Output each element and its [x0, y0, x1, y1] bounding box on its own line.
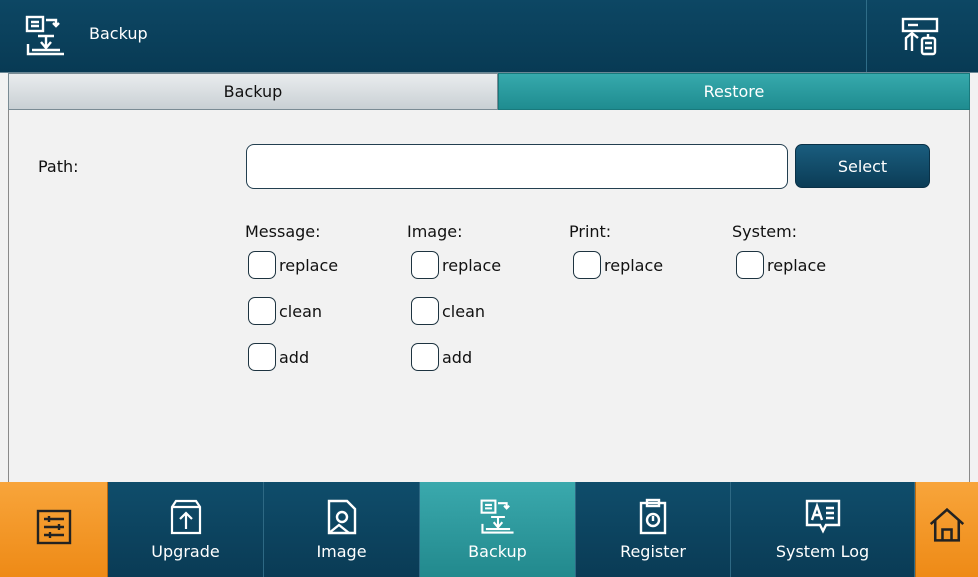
message-clean-option[interactable]: clean: [248, 297, 322, 325]
option-label: clean: [279, 301, 323, 321]
nav-label: Register: [620, 542, 686, 561]
message-replace-checkbox[interactable]: [248, 251, 276, 279]
sliders-icon: [36, 509, 71, 545]
nav-upgrade[interactable]: Upgrade: [108, 482, 264, 577]
page-title: Backup: [89, 24, 148, 43]
option-label: clean: [442, 301, 486, 321]
print-group-title: Print:: [569, 222, 612, 241]
tab-restore[interactable]: Restore: [498, 73, 970, 110]
backup-icon: [480, 499, 514, 534]
image-file-icon: [327, 499, 356, 535]
image-add-checkbox[interactable]: [411, 343, 439, 371]
message-clean-checkbox[interactable]: [248, 297, 276, 325]
tab-backup[interactable]: Backup: [8, 73, 498, 110]
path-label: Path:: [38, 157, 79, 176]
image-replace-checkbox[interactable]: [411, 251, 439, 279]
option-label: add: [279, 347, 310, 367]
message-add-checkbox[interactable]: [248, 343, 276, 371]
system-replace-checkbox[interactable]: [736, 251, 764, 279]
nav-label: Upgrade: [151, 542, 220, 561]
header-divider: [866, 0, 867, 72]
option-label: replace: [767, 255, 827, 275]
image-replace-option[interactable]: replace: [411, 251, 501, 279]
path-input[interactable]: [246, 144, 788, 189]
option-label: add: [442, 347, 473, 367]
nav-label: Backup: [468, 542, 527, 561]
nav-label: System Log: [775, 542, 870, 561]
backup-icon: [25, 15, 64, 56]
nav-register[interactable]: Register: [576, 482, 731, 577]
nav-image[interactable]: Image: [264, 482, 420, 577]
nav-backup[interactable]: Backup: [420, 482, 576, 577]
home-button[interactable]: [915, 482, 978, 577]
nav-label: Image: [316, 542, 367, 561]
system-replace-option[interactable]: replace: [736, 251, 826, 279]
image-clean-option[interactable]: clean: [411, 297, 485, 325]
print-replace-option[interactable]: replace: [573, 251, 663, 279]
clipboard-icon: [639, 498, 667, 535]
message-group-title: Message:: [245, 222, 321, 241]
option-label: replace: [604, 255, 664, 275]
settings-nav-button[interactable]: [0, 482, 108, 577]
message-replace-option[interactable]: replace: [248, 251, 338, 279]
usb-transfer-icon[interactable]: [900, 16, 942, 58]
message-add-option[interactable]: add: [248, 343, 309, 371]
log-icon: [805, 499, 840, 534]
upload-icon: [170, 499, 201, 535]
system-group-title: System:: [732, 222, 798, 241]
image-add-option[interactable]: add: [411, 343, 472, 371]
option-label: replace: [442, 255, 502, 275]
nav-system-log[interactable]: System Log: [731, 482, 915, 577]
title-bar: Backup: [0, 0, 978, 73]
option-label: replace: [279, 255, 339, 275]
home-icon: [929, 507, 965, 542]
image-clean-checkbox[interactable]: [411, 297, 439, 325]
print-replace-checkbox[interactable]: [573, 251, 601, 279]
select-button[interactable]: Select: [795, 144, 930, 188]
image-group-title: Image:: [407, 222, 463, 241]
